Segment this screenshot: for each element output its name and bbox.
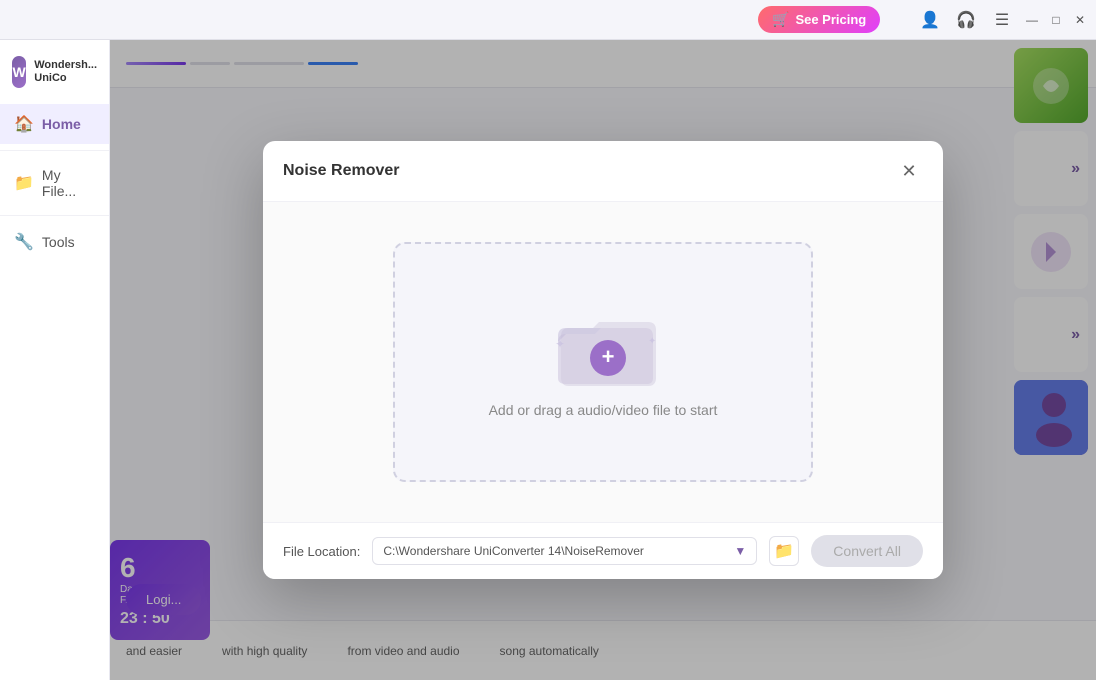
folder-icon-wrap: ✦ ✦ + [553,306,653,386]
sidebar-item-home[interactable]: 🏠 Home [0,104,109,144]
title-bar: 🛒 See Pricing 👤 🎧 ☰ — □ ✕ [0,0,1096,40]
folder-svg: ✦ ✦ + [553,306,663,391]
user-icon[interactable]: 👤 [916,6,944,34]
sidebar-item-tools-label: Tools [42,234,75,250]
modal-close-button[interactable]: ✕ [895,157,923,185]
tools-icon: 🔧 [14,232,34,252]
modal-header: Noise Remover ✕ [263,141,943,202]
cart-icon: 🛒 [772,11,789,28]
app-container: W Wondersh... UniCo 🏠 Home 📁 My File... … [0,40,1096,680]
app-logo: W Wondersh... UniCo [0,48,109,104]
svg-text:✦: ✦ [648,336,656,347]
file-location-label: File Location: [283,544,360,559]
dropdown-arrow-icon: ▼ [734,544,746,558]
sidebar-item-myfiles[interactable]: 📁 My File... [0,157,109,209]
svg-text:✦: ✦ [555,337,565,351]
home-icon: 🏠 [14,114,34,134]
menu-icon[interactable]: ☰ [988,6,1016,34]
files-icon: 📁 [14,173,34,193]
sidebar: W Wondersh... UniCo 🏠 Home 📁 My File... … [0,40,110,680]
logo-text: Wondersh... UniCo [34,59,97,85]
folder-browse-icon: 📁 [774,541,794,561]
headphone-icon[interactable]: 🎧 [952,6,980,34]
svg-text:+: + [602,344,615,369]
maximize-button[interactable]: □ [1048,12,1064,28]
noise-remover-modal: Noise Remover ✕ [263,141,943,579]
sidebar-item-myfiles-label: My File... [42,167,95,199]
logo-icon: W [12,56,26,88]
see-pricing-button[interactable]: 🛒 See Pricing [758,6,880,33]
file-path-text: C:\Wondershare UniConverter 14\NoiseRemo… [383,544,734,558]
sidebar-divider-2 [0,215,109,216]
convert-all-button[interactable]: Convert All [811,535,923,567]
title-bar-icons: 👤 🎧 ☰ — □ ✕ [916,6,1088,34]
upload-area[interactable]: ✦ ✦ + Add or drag a audio/video file to … [393,242,813,482]
minimize-button[interactable]: — [1024,12,1040,28]
file-path-input[interactable]: C:\Wondershare UniConverter 14\NoiseRemo… [372,537,757,565]
sidebar-divider [0,150,109,151]
modal-overlay: Noise Remover ✕ [110,40,1096,680]
modal-title: Noise Remover [283,162,400,180]
close-button[interactable]: ✕ [1072,12,1088,28]
sidebar-item-tools[interactable]: 🔧 Tools [0,222,109,262]
browse-folder-button[interactable]: 📁 [769,536,799,566]
upload-text: Add or drag a audio/video file to start [489,402,718,418]
main-content: » » [110,40,1096,680]
modal-body: ✦ ✦ + Add or drag a audio/video file to … [263,202,943,522]
sidebar-item-home-label: Home [42,116,81,132]
modal-footer: File Location: C:\Wondershare UniConvert… [263,522,943,579]
